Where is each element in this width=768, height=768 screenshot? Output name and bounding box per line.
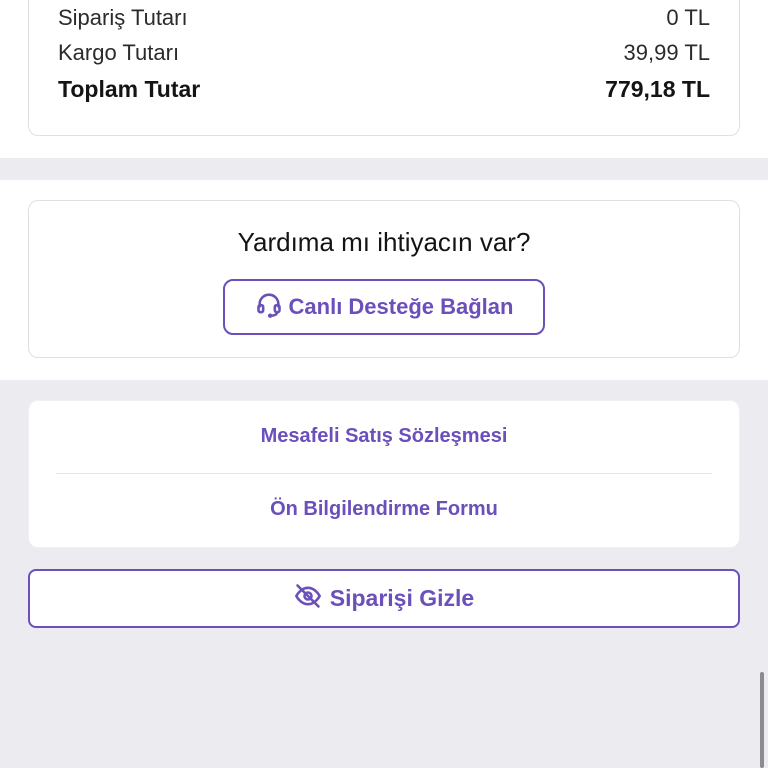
summary-section: Sipariş Tutarı 0 TL Kargo Tutarı 39,99 T… [0, 0, 768, 158]
hide-order-label: Siparişi Gizle [329, 585, 475, 611]
hide-order-button[interactable]: Siparişi Gizle [28, 569, 740, 628]
live-support-button[interactable]: Canlı Desteğe Bağlan [223, 279, 545, 335]
live-support-label: Canlı Desteğe Bağlan [288, 294, 514, 319]
help-title: Yardıma mı ihtiyacın var? [237, 227, 531, 257]
shipping-amount-label: Kargo Tutarı [58, 40, 180, 65]
documents-card: Mesafeli Satış Sözleşmesi Ön Bilgilendir… [28, 400, 740, 548]
order-summary-card: Sipariş Tutarı 0 TL Kargo Tutarı 39,99 T… [28, 0, 740, 136]
help-card: Yardıma mı ihtiyacın var? Canlı Desteğe … [28, 200, 740, 358]
distance-sales-agreement-link[interactable]: Mesafeli Satış Sözleşmesi [29, 425, 739, 448]
shipping-amount-value: 39,99 TL [623, 40, 710, 65]
eye-slash-icon [294, 582, 322, 616]
divider [56, 473, 712, 474]
scrollbar[interactable] [760, 672, 764, 768]
total-amount-value: 779,18 TL [605, 76, 710, 102]
preliminary-information-form-link[interactable]: Ön Bilgilendirme Formu [29, 498, 739, 521]
headset-icon [255, 290, 283, 324]
order-amount-label: Sipariş Tutarı [58, 5, 188, 30]
order-amount-value: 0 TL [666, 5, 710, 30]
total-amount-label: Toplam Tutar [58, 76, 201, 102]
section-gap [0, 158, 768, 180]
